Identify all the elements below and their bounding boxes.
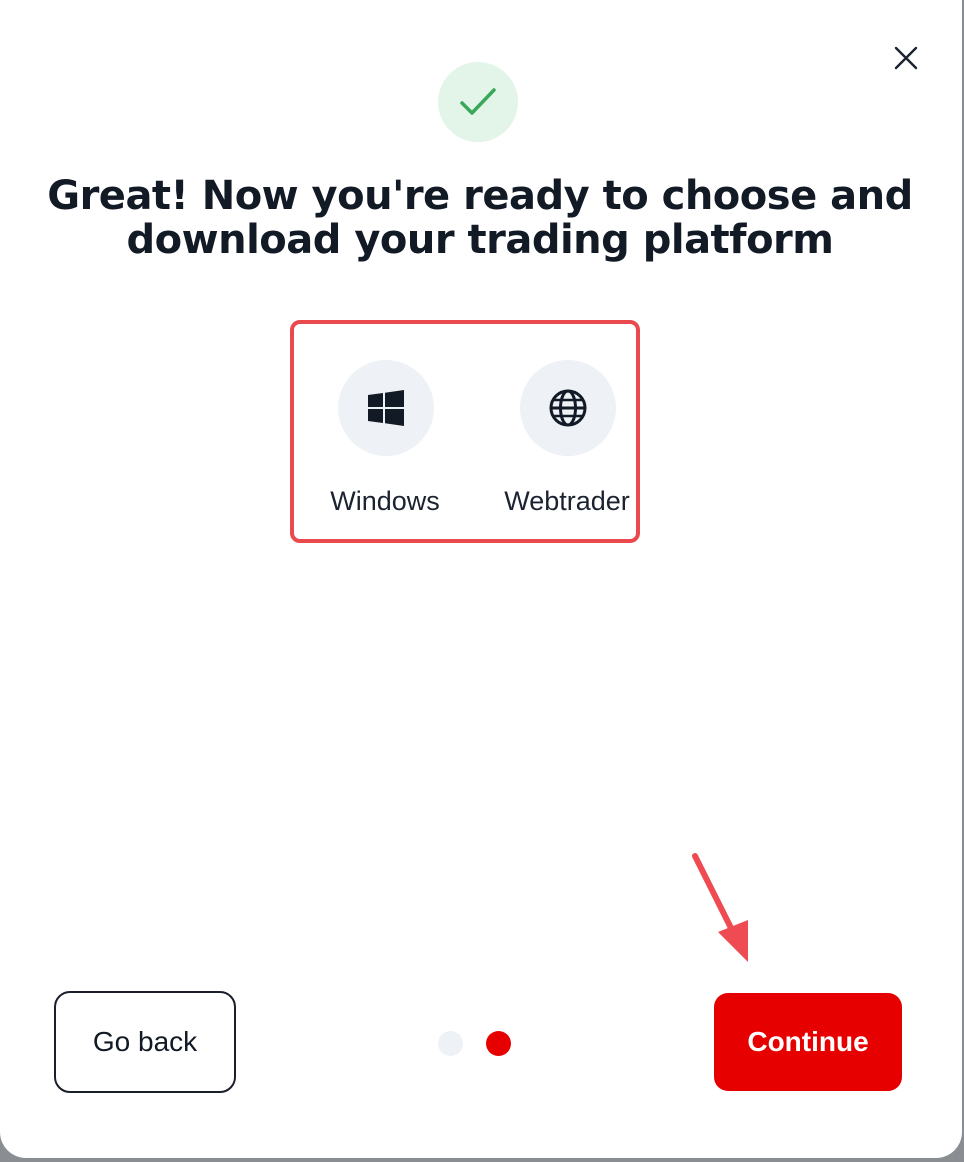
download-platform-dialog: Great! Now you're ready to choose and do… <box>0 0 962 1158</box>
globe-icon <box>549 389 587 427</box>
globe-icon-button <box>520 360 616 456</box>
platform-label-webtrader: Webtrader <box>504 486 630 516</box>
windows-icon-button <box>338 360 434 456</box>
dialog-title: Great! Now you're ready to choose and do… <box>47 173 913 263</box>
platform-option-webtrader[interactable]: Webtrader <box>482 360 652 530</box>
success-badge <box>438 62 518 142</box>
platform-options: Windows Webtrader <box>290 320 640 543</box>
windows-icon <box>368 390 404 426</box>
go-back-button[interactable]: Go back <box>54 991 236 1093</box>
platform-label-windows: Windows <box>330 486 440 516</box>
platform-option-windows[interactable]: Windows <box>300 360 470 530</box>
step-dot-2-active <box>486 1031 511 1056</box>
continue-button[interactable]: Continue <box>714 993 902 1091</box>
pointer-arrow-annotation <box>692 853 748 962</box>
close-button[interactable] <box>884 38 928 78</box>
step-dot-1 <box>438 1031 463 1056</box>
close-icon <box>894 46 918 70</box>
check-icon <box>460 88 496 115</box>
